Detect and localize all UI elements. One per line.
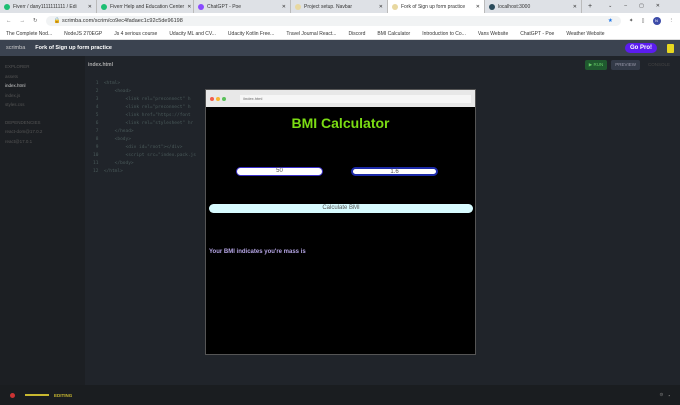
scrimba-header: scrimba Fork of Sign up form practice Go…: [0, 40, 680, 56]
profile-avatar[interactable]: N: [652, 16, 661, 25]
scrimba-icon: [295, 3, 301, 10]
scrim-title: Fork of Sign up form practice: [35, 45, 112, 51]
fiverr-icon: [4, 3, 10, 10]
bmi-result-text: Your BMI indicates you're mass is: [209, 249, 306, 255]
bookmark[interactable]: Discord: [348, 31, 365, 37]
bookmark[interactable]: Js 4 serious course: [114, 31, 157, 37]
close-icon[interactable]: ✕: [282, 4, 286, 10]
bookmark[interactable]: The Complete Nod...: [6, 31, 52, 37]
menu-icon[interactable]: ⋮: [669, 18, 675, 24]
editing-status: EDITING: [54, 392, 73, 398]
close-icon[interactable]: ✕: [379, 4, 383, 10]
tab-fork-signup[interactable]: Fork of Sign up form practice ✕: [388, 0, 485, 13]
calculate-bmi-button[interactable]: Calculate BMI: [209, 204, 473, 213]
explorer-heading: EXPLORER: [5, 64, 30, 69]
layout-icon[interactable]: ▪: [668, 393, 670, 398]
go-pro-button[interactable]: Go Pro!: [625, 43, 657, 53]
file-item[interactable]: index.html: [5, 81, 80, 91]
settings-icon[interactable]: ⚙: [659, 392, 663, 398]
dependency-item[interactable]: react@17.0.1: [5, 137, 80, 147]
bookmark[interactable]: NodeJS 270EGP: [64, 31, 102, 37]
run-button[interactable]: ▶ RUN: [584, 60, 608, 70]
close-icon[interactable]: ✕: [476, 4, 480, 10]
scrimba-logo[interactable]: scrimba: [6, 45, 25, 51]
weight-input[interactable]: 50: [236, 167, 323, 176]
localhost-icon: [489, 3, 495, 10]
maximize-dot-icon[interactable]: [222, 96, 226, 101]
bookmark[interactable]: Weather Website: [566, 31, 604, 37]
forward-icon[interactable]: →: [20, 18, 26, 24]
close-dot-icon[interactable]: [210, 96, 214, 101]
tab-fiverr-help[interactable]: Fiverr Help and Education Center ✕: [97, 0, 194, 13]
bookmark[interactable]: Vans Website: [478, 31, 508, 37]
preview-window: /index.html BMI Calculator 50 1.6 Calcul…: [205, 89, 476, 355]
window-controls[interactable]: ⌄–▢✕: [600, 0, 680, 13]
preview-browser-bar: /index.html: [206, 90, 475, 107]
tab-fiverr[interactable]: Fiverr / dany1111111111 / Edi ✕: [0, 0, 97, 13]
close-icon[interactable]: ✕: [88, 4, 92, 10]
file-tab[interactable]: index.html: [88, 62, 113, 68]
url-input[interactable]: 🔒 scrimba.com/scrim/co9ec4fadaec1c92c5de…: [45, 15, 621, 26]
close-icon[interactable]: ✕: [573, 4, 577, 10]
bookmarks-bar: The Complete Nod... NodeJS 270EGP Js 4 s…: [0, 28, 680, 40]
preview-button[interactable]: PREVIEW: [611, 60, 640, 70]
back-icon[interactable]: ←: [6, 18, 12, 24]
scrimba-icon: [392, 3, 398, 10]
dependency-item[interactable]: react-dom@17.0.2: [5, 127, 80, 137]
bookmark[interactable]: BMI Calculator: [377, 31, 410, 37]
tab-project-setup[interactable]: Project setup. Navbar ✕: [291, 0, 388, 13]
bookmark[interactable]: Udacity Kotlin Free...: [228, 31, 274, 37]
file-item[interactable]: assets: [5, 72, 80, 82]
close-icon[interactable]: ✕: [187, 4, 191, 10]
dependencies-heading: DEPENDENCIES: [5, 119, 41, 125]
console-button[interactable]: CONSOLE: [644, 60, 674, 70]
tab-poe[interactable]: ChatGPT - Poe ✕: [194, 0, 291, 13]
explorer-sidebar: EXPLORER assets index.html index.js styl…: [0, 56, 85, 385]
player-bar: EDITING ⚙ ▪: [0, 385, 680, 405]
page-title: BMI Calculator: [291, 115, 390, 131]
notes-icon[interactable]: [667, 43, 674, 53]
record-icon[interactable]: [10, 392, 15, 398]
fiverr-icon: [101, 3, 107, 10]
star-icon[interactable]: ★: [608, 18, 613, 24]
lock-icon: 🔒: [53, 17, 62, 24]
minimize-dot-icon[interactable]: [216, 96, 220, 101]
address-bar-row: ← → ↻ 🔒 scrimba.com/scrim/co9ec4fadaec1c92…: [0, 13, 680, 28]
bookmark[interactable]: Introduction to Co...: [422, 31, 466, 37]
browser-tab-bar: Fiverr / dany1111111111 / Edi ✕ Fiverr He…: [0, 0, 680, 13]
extensions-icon[interactable]: ✦: [629, 18, 634, 24]
code-content[interactable]: 1 <html> 2 <head> 3 <link rel="preconnec…: [93, 80, 196, 176]
sidepanel-icon[interactable]: ▯: [641, 18, 644, 24]
new-tab-button[interactable]: +: [582, 0, 598, 13]
file-item[interactable]: index.js: [5, 91, 80, 101]
preview-url[interactable]: /index.html: [240, 94, 471, 103]
tab-localhost[interactable]: localhost:3000 ✕: [485, 0, 582, 13]
timeline-slider[interactable]: [25, 394, 49, 396]
bookmark[interactable]: Udacity ML and CV...: [169, 31, 216, 37]
poe-icon: [198, 3, 204, 10]
height-input[interactable]: 1.6: [351, 167, 438, 176]
bookmark[interactable]: ChatGPT - Poe: [520, 31, 554, 37]
reload-icon[interactable]: ↻: [33, 18, 38, 24]
file-item[interactable]: styles.css: [5, 100, 80, 110]
bookmark[interactable]: Travel Journal React...: [286, 31, 336, 37]
